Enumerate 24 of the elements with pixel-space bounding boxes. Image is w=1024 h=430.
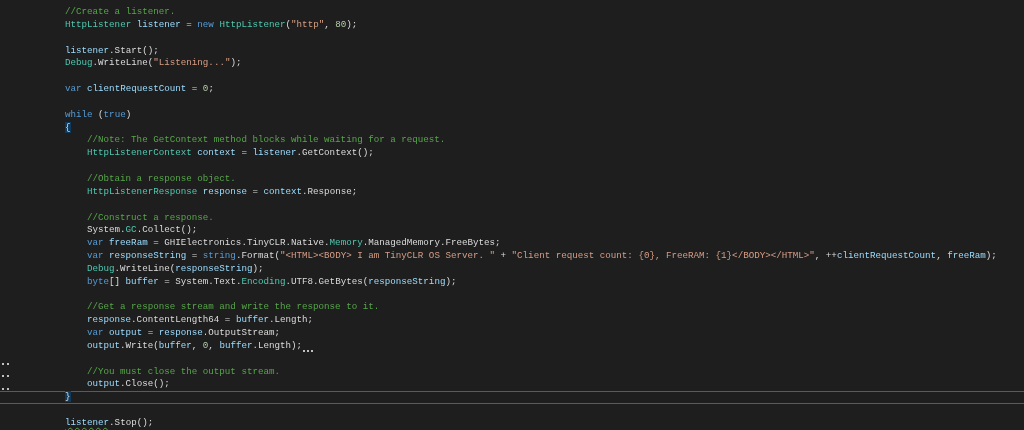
code-line: var clientRequestCount = 0;	[65, 83, 214, 96]
code-line: response.ContentLength64 = buffer.Length;	[87, 314, 314, 328]
code-line: while (true)	[65, 108, 132, 122]
suggestion-dots-icon[interactable]	[303, 349, 314, 352]
code-line: System.GC.Collect();	[87, 224, 198, 238]
code-line: //You must close the output stream.	[87, 365, 280, 379]
code-line: output.Close();	[87, 378, 170, 392]
code-line: var output = response.OutputStream;	[87, 327, 280, 340]
code-line: HttpListenerContext context = listener.GetContext();	[87, 147, 374, 161]
code-line: listener.Start();	[65, 44, 159, 58]
code-line: HttpListenerResponse response = context.Response;	[87, 185, 358, 199]
code-line: Debug.WriteLine(responseString);	[87, 262, 264, 276]
code-line: listener.Stop();	[65, 417, 154, 430]
code-line: var freeRam = GHIElectronics.TinyCLR.Native.Memory.ManagedMemory.FreeBytes;	[87, 237, 501, 251]
code-line: //Construct a response.	[87, 211, 214, 225]
code-line: Debug.WriteLine("Listening...");	[65, 57, 242, 71]
code-line: //Obtain a response object.	[87, 172, 236, 186]
code-line: //Get a response stream and write the response to it.	[87, 301, 380, 315]
code-line: //Note: The GetContext method blocks while waiting for a request.	[87, 134, 446, 148]
code-line: byte[] buffer = System.Text.Encoding.UTF8.GetBytes(responseString);	[87, 275, 457, 289]
code-line: var responseString = string.Format("<HTML><BODY> I am TinyCLR OS Server. " + "Client request count: {0}, FreeRAM: {1}</BODY></HTML>", ++clientRequestCount, freeRam);	[87, 250, 997, 263]
code-line: //Create a listener.	[65, 6, 176, 19]
code-line: HttpListener listener = new HttpListener("http", 80);	[65, 18, 358, 32]
code-line: output.Write(buffer, 0, buffer.Length);	[87, 339, 303, 353]
